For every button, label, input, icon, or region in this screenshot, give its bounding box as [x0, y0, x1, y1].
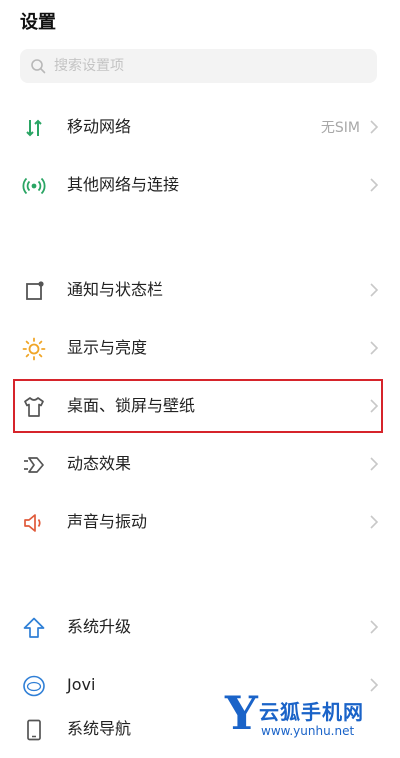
sun-icon — [22, 337, 46, 361]
sim-status: 无SIM — [320, 120, 360, 136]
dynamic-effect-icon — [22, 453, 46, 477]
settings-item-label: 声音与振动 — [67, 512, 148, 531]
up-arrow-icon — [22, 616, 46, 640]
shirt-icon — [22, 395, 46, 419]
chevron-right-icon — [370, 399, 379, 413]
chevron-right-icon — [370, 515, 379, 529]
search-bar[interactable] — [20, 49, 377, 83]
settings-item-other-networks[interactable]: 其他网络与连接 — [0, 156, 400, 214]
settings-item-label: 通知与状态栏 — [67, 280, 164, 299]
settings-item-display[interactable]: 显示与亮度 — [0, 319, 400, 377]
page-title: 设置 — [20, 12, 56, 33]
settings-item-desktop[interactable]: 桌面、锁屏与壁纸 — [0, 377, 400, 435]
chevron-right-icon — [370, 178, 379, 192]
chevron-right-icon — [370, 120, 379, 134]
search-icon — [31, 59, 46, 74]
phone-icon — [22, 718, 46, 742]
chevron-right-icon — [370, 341, 379, 355]
settings-item-label: 移动网络 — [67, 117, 132, 136]
settings-item-label: 显示与亮度 — [67, 338, 148, 357]
chevron-right-icon — [370, 283, 379, 297]
jovi-icon — [22, 674, 46, 698]
watermark-letter: Y — [225, 686, 258, 740]
settings-item-sound[interactable]: 声音与振动 — [0, 493, 400, 551]
notification-square-icon — [22, 279, 46, 303]
settings-item-label: Jovi — [67, 675, 96, 694]
search-input[interactable] — [52, 57, 336, 75]
watermark-url: www.yunhu.net — [261, 724, 355, 738]
speaker-icon — [22, 511, 46, 535]
chevron-right-icon — [370, 620, 379, 634]
settings-item-label: 桌面、锁屏与壁纸 — [67, 396, 196, 415]
watermark-logo: Y 云狐手机网 www.yunhu.net — [225, 690, 400, 758]
settings-item-label: 系统导航 — [67, 719, 132, 738]
settings-item-label: 其他网络与连接 — [67, 175, 180, 194]
wireless-icon — [22, 174, 46, 198]
settings-item-notifications[interactable]: 通知与状态栏 — [0, 261, 400, 319]
settings-item-system-update[interactable]: 系统升级 — [0, 598, 400, 656]
settings-item-mobile-network[interactable]: 移动网络 无SIM — [0, 98, 400, 156]
chevron-right-icon — [370, 457, 379, 471]
settings-item-label: 系统升级 — [67, 617, 132, 636]
settings-item-dynamic-effects[interactable]: 动态效果 — [0, 435, 400, 493]
signal-arrows-icon — [22, 116, 46, 140]
settings-item-label: 动态效果 — [67, 454, 132, 473]
watermark-name: 云狐手机网 — [259, 700, 364, 724]
